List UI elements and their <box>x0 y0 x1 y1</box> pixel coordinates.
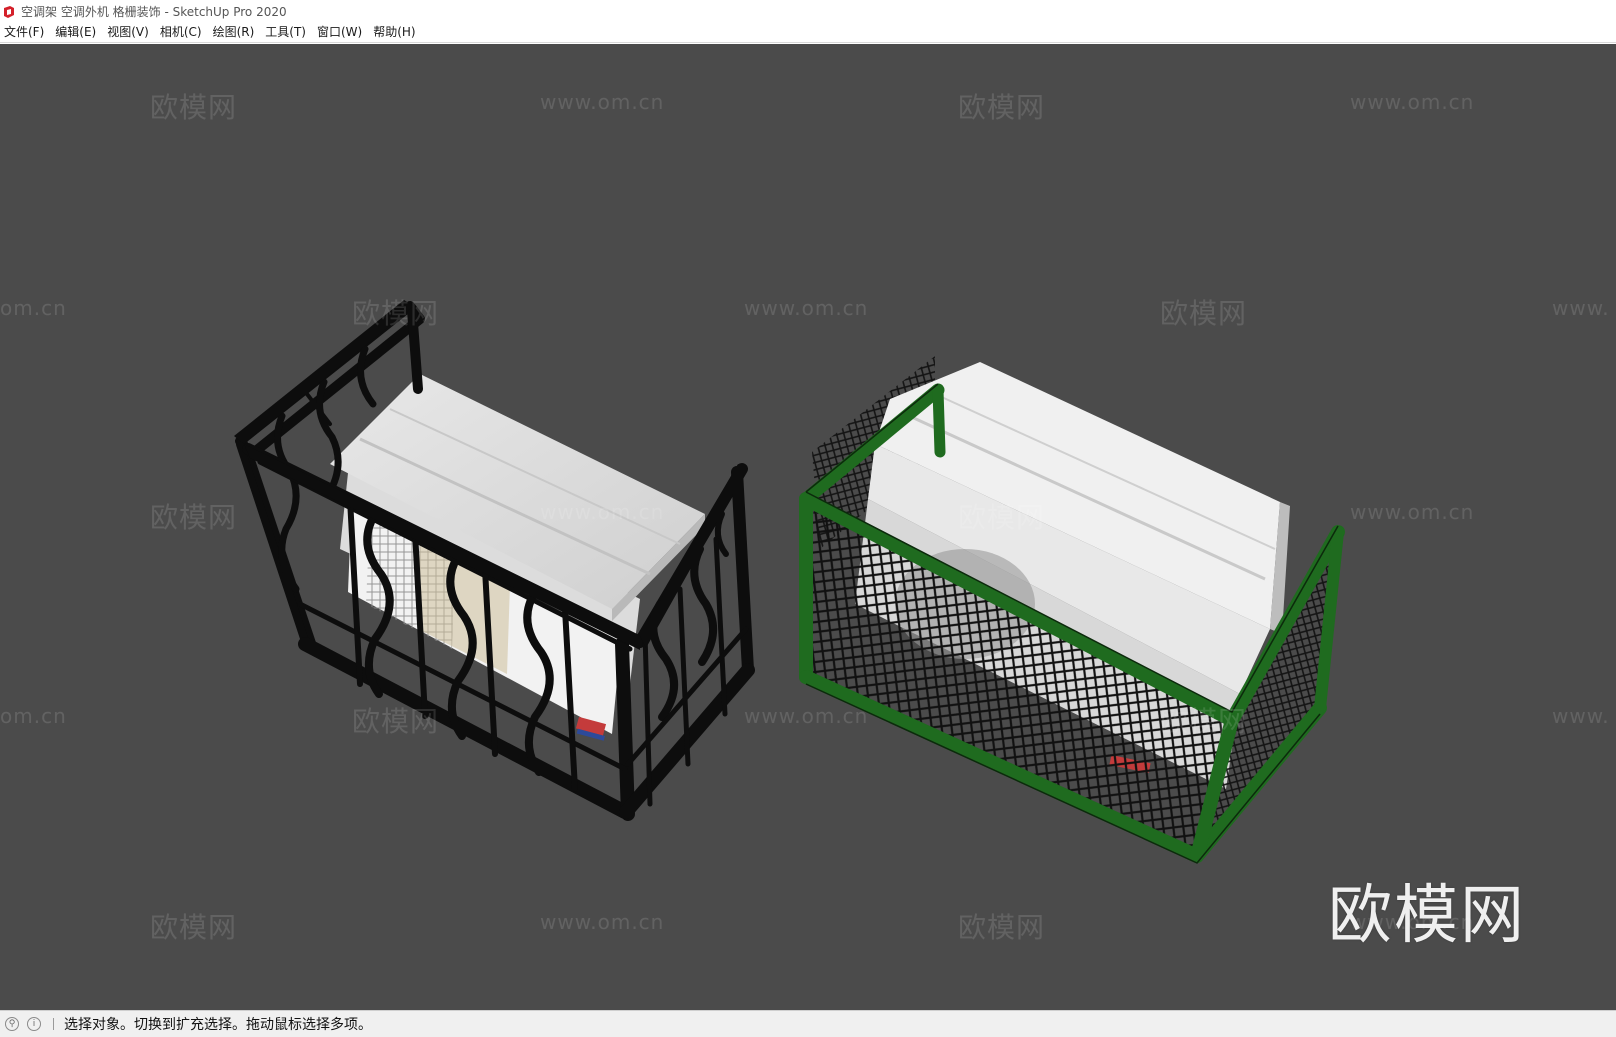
status-bar: ⚲ i 选择对象。切换到扩充选择。拖动鼠标选择多项。 <box>0 1010 1616 1037</box>
green-mesh-ac-cage[interactable] <box>799 356 1345 864</box>
menu-camera[interactable]: 相机(C) <box>156 22 209 43</box>
sketchup-window: 空调架 空调外机 格栅装饰 - SketchUp Pro 2020 文件(F) … <box>0 0 1616 1037</box>
menu-file[interactable]: 文件(F) <box>0 22 51 43</box>
status-message: 选择对象。切换到扩充选择。拖动鼠标选择多项。 <box>64 1017 372 1033</box>
info-icon[interactable]: i <box>27 1017 41 1031</box>
menu-help[interactable]: 帮助(H) <box>369 22 422 43</box>
status-divider <box>53 1018 54 1030</box>
menu-tools[interactable]: 工具(T) <box>261 22 313 43</box>
menu-view[interactable]: 视图(V) <box>103 22 156 43</box>
menu-bar: 文件(F) 编辑(E) 视图(V) 相机(C) 绘图(R) 工具(T) 窗口(W… <box>0 22 1616 43</box>
sketchup-logo-icon <box>2 4 16 18</box>
menu-window[interactable]: 窗口(W) <box>313 22 369 43</box>
menu-draw[interactable]: 绘图(R) <box>209 22 262 43</box>
brand-watermark: 欧模网 <box>1328 879 1526 953</box>
menu-edit[interactable]: 编辑(E) <box>51 22 103 43</box>
model-viewport[interactable]: 欧模网 www.om.cn 欧模网 www.om.cn om.cn 欧模网 ww… <box>0 44 1616 1010</box>
geo-location-icon[interactable]: ⚲ <box>5 1017 19 1031</box>
title-bar: 空调架 空调外机 格栅装饰 - SketchUp Pro 2020 <box>0 0 1616 22</box>
window-title: 空调架 空调外机 格栅装饰 - SketchUp Pro 2020 <box>21 4 287 19</box>
black-wrought-iron-ac-cage[interactable] <box>234 44 755 821</box>
